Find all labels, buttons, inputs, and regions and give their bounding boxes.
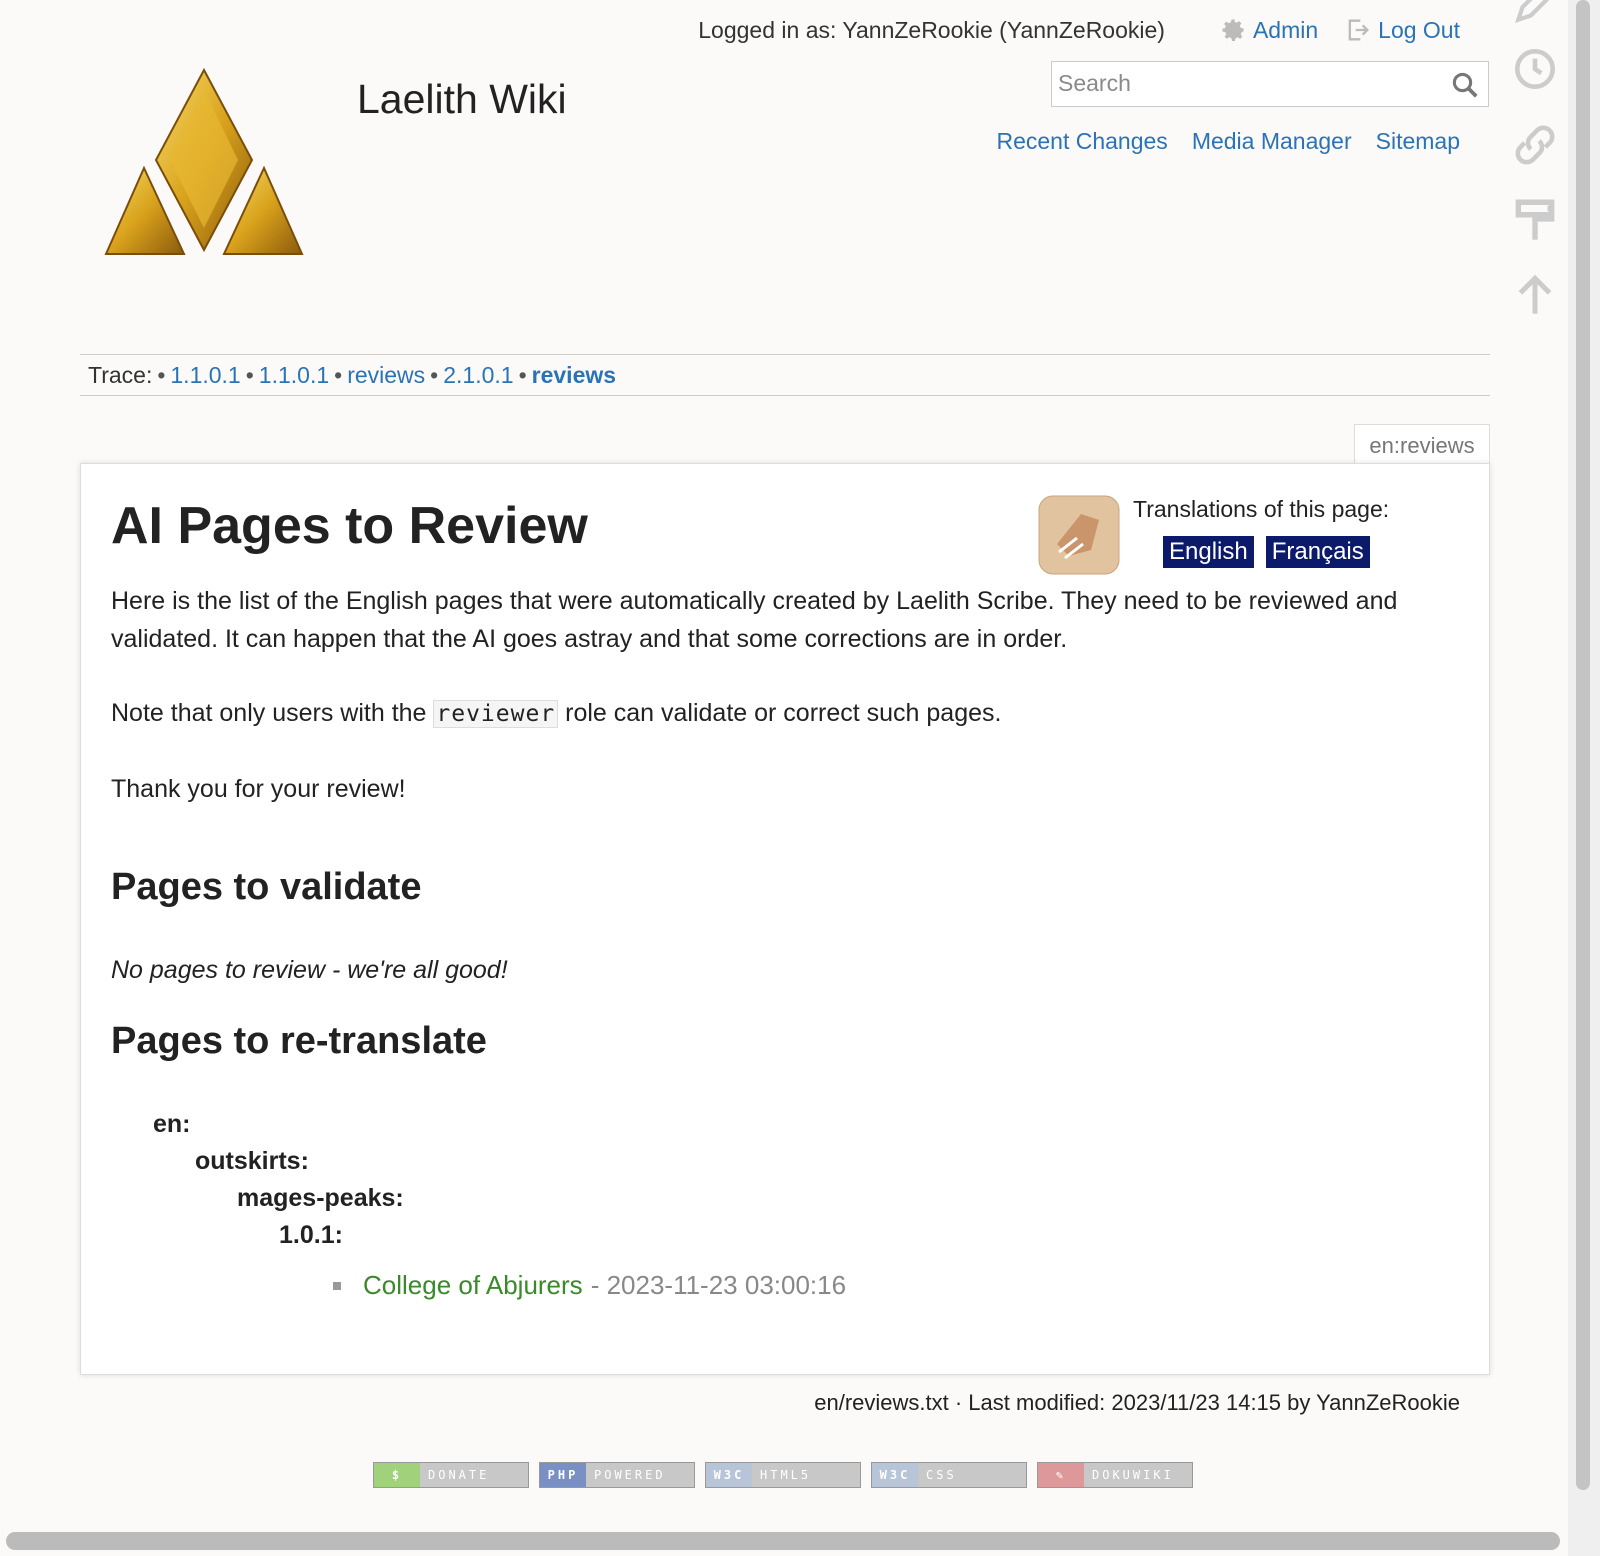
admin-label: Admin — [1252, 16, 1319, 43]
badge-right: DOKUWIKI — [1084, 1463, 1192, 1487]
translations-label: Translations of this page: — [1133, 496, 1390, 522]
note-paragraph: Note that only users with the reviewer r… — [111, 694, 1411, 733]
tree-node: 1.0.1: — [279, 1221, 343, 1249]
search-box — [1051, 61, 1489, 107]
gear-icon — [1222, 19, 1244, 41]
horizontal-scrollbar[interactable] — [6, 1532, 1560, 1550]
media-manager-link[interactable]: Media Manager — [1192, 128, 1352, 155]
page-content: Translations of this page: English Franç… — [80, 463, 1490, 1375]
format-icon[interactable] — [1510, 196, 1560, 246]
dokuwiki-badge[interactable]: ✎ DOKUWIKI — [1037, 1462, 1193, 1488]
note-text-end: role can validate or correct such pages. — [558, 699, 1002, 727]
breadcrumb-separator: • — [245, 361, 254, 388]
donate-badge[interactable]: $ DONATE — [373, 1462, 529, 1488]
language-francais[interactable]: Français — [1265, 536, 1370, 568]
list-item: College of Abjurers - 2023-11-23 03:00:1… — [333, 1270, 846, 1301]
reviewer-code: reviewer — [433, 700, 559, 728]
badge-right: HTML5 — [752, 1463, 860, 1487]
logout-label: Log Out — [1378, 16, 1460, 43]
breadcrumb-item[interactable]: reviews — [347, 362, 425, 389]
admin-link[interactable]: Admin — [1219, 16, 1318, 44]
page-title: AI Pages to Review — [111, 497, 588, 555]
breadcrumb-item[interactable]: 2.1.0.1 — [443, 362, 513, 389]
recent-changes-link[interactable]: Recent Changes — [996, 128, 1167, 155]
breadcrumb-label: Trace: — [88, 361, 153, 388]
logout-link[interactable]: Log Out — [1344, 16, 1460, 44]
tree-node: outskirts: — [195, 1147, 309, 1175]
breadcrumb-separator: • — [430, 361, 439, 388]
page-id: en:reviews — [1354, 424, 1490, 466]
breadcrumb: Trace: • 1.1.0.1 • 1.1.0.1 • reviews • 2… — [80, 354, 1490, 396]
top-icon[interactable] — [1510, 270, 1560, 320]
sitemap-link[interactable]: Sitemap — [1376, 128, 1460, 155]
breadcrumb-item[interactable]: 1.1.0.1 — [170, 362, 240, 389]
doc-info: en/reviews.txt · Last modified: 2023/11/… — [814, 1390, 1460, 1415]
language-list: English Français — [1163, 536, 1382, 568]
college-of-abjurers-link[interactable]: College of Abjurers — [363, 1270, 583, 1301]
php-badge[interactable]: PHP POWERED — [539, 1462, 695, 1488]
translations-box: Translations of this page: English Franç… — [1037, 492, 1457, 575]
css-badge[interactable]: W3C CSS — [871, 1462, 1027, 1488]
intro-paragraph: Here is the list of the English pages th… — [111, 587, 1398, 653]
history-icon[interactable] — [1510, 44, 1560, 94]
breadcrumb-separator: • — [157, 361, 166, 388]
badge-left: PHP — [540, 1463, 586, 1487]
user-tools: Logged in as: YannZeRookie (YannZeRookie… — [698, 16, 1460, 44]
section-heading-validate: Pages to validate — [111, 866, 422, 908]
note-text-start: Note that only users with the — [111, 699, 434, 727]
site-logo[interactable] — [104, 68, 308, 264]
backlinks-icon[interactable] — [1510, 120, 1560, 170]
search-input[interactable] — [1052, 62, 1444, 104]
tree-node: mages-peaks: — [237, 1184, 404, 1212]
badge-left: W3C — [706, 1463, 752, 1487]
footer-badges: $ DONATE PHP POWERED W3C HTML5 W3C CSS ✎ DOKU… — [373, 1462, 1203, 1488]
edit-icon[interactable] — [1510, 0, 1560, 28]
badge-right: CSS — [918, 1463, 1026, 1487]
login-status: Logged in as: YannZeRookie (YannZeRookie… — [698, 16, 1165, 43]
badge-left: W3C — [872, 1463, 918, 1487]
thanks-paragraph: Thank you for your review! — [111, 775, 406, 803]
badge-right: POWERED — [586, 1463, 694, 1487]
section-heading-retranslate: Pages to re-translate — [111, 1020, 487, 1062]
entry-date: - 2023-11-23 03:00:16 — [590, 1270, 847, 1300]
html5-badge[interactable]: W3C HTML5 — [705, 1462, 861, 1488]
site-tools: Recent Changes Media Manager Sitemap — [972, 128, 1460, 155]
badge-left: ✎ — [1038, 1463, 1084, 1487]
validate-empty-message: No pages to review - we're all good! — [111, 956, 508, 984]
vertical-scrollbar[interactable] — [1576, 0, 1590, 1490]
breadcrumb-separator: • — [518, 361, 527, 388]
translation-icon — [1038, 495, 1120, 575]
logout-icon — [1348, 19, 1370, 41]
language-english[interactable]: English — [1163, 536, 1254, 568]
breadcrumb-separator: • — [334, 361, 343, 388]
breadcrumb-item[interactable]: 1.1.0.1 — [259, 362, 329, 389]
tree-node: en: — [153, 1110, 191, 1138]
site-title[interactable]: Laelith Wiki — [357, 76, 567, 123]
badge-left: $ — [374, 1463, 420, 1487]
badge-right: DONATE — [420, 1463, 528, 1487]
bullet-icon — [333, 1281, 341, 1290]
search-icon[interactable] — [1450, 70, 1480, 100]
breadcrumb-current[interactable]: reviews — [532, 362, 616, 389]
